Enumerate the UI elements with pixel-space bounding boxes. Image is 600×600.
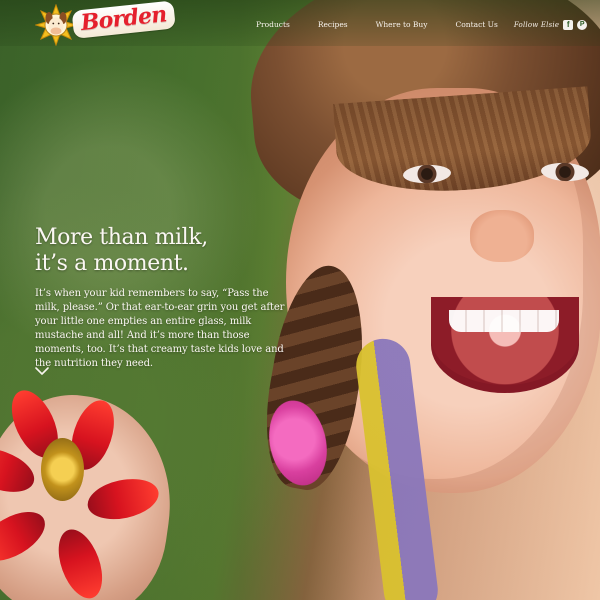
hero-body-text: It’s when your kid remembers to say, “Pa…	[35, 288, 285, 369]
hero-headline-line-2: it’s a moment.	[35, 251, 189, 276]
flower-center	[41, 438, 84, 501]
hero-headline: More than milk, it’s a moment.	[35, 225, 295, 277]
nav-contact-us[interactable]: Contact Us	[442, 17, 512, 33]
child-nose	[470, 210, 534, 262]
nav-where-to-buy[interactable]: Where to Buy	[362, 17, 442, 33]
borden-home-logo-link[interactable]: Borden	[35, 0, 176, 46]
pinterest-icon[interactable]: P	[577, 20, 588, 30]
top-navigation-bar: Borden Products Recipes Where to Buy Con…	[0, 0, 600, 46]
nav-products[interactable]: Products	[242, 17, 304, 33]
borden-home-page: Borden Products Recipes Where to Buy Con…	[0, 0, 600, 600]
primary-navigation: Products Recipes Where to Buy Contact Us…	[242, 17, 588, 33]
child-teeth	[449, 310, 559, 332]
facebook-icon[interactable]: f	[563, 20, 574, 30]
chevron-down-icon[interactable]	[35, 365, 49, 377]
borden-cow-sunflower-icon	[35, 4, 77, 46]
nav-recipes[interactable]: Recipes	[304, 17, 362, 33]
follow-elsie-group: Follow Elsie f P	[513, 20, 588, 30]
hero-copy: More than milk, it’s a moment. It’s when…	[35, 225, 295, 371]
borden-wordmark: Borden	[71, 0, 176, 39]
follow-elsie-label: Follow Elsie	[513, 21, 560, 29]
hero-headline-line-1: More than milk,	[35, 225, 208, 250]
